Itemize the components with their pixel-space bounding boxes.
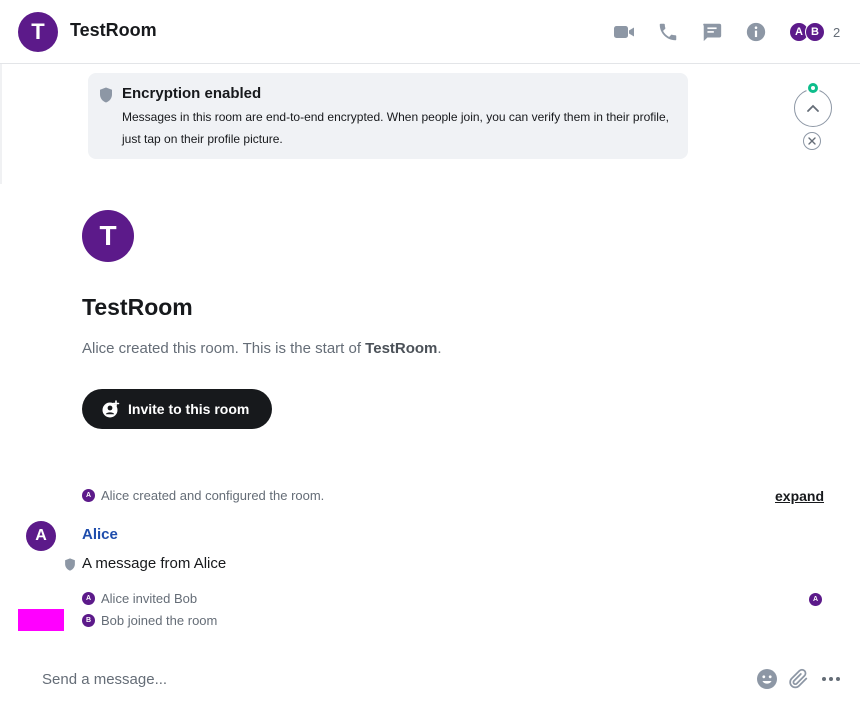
shield-icon <box>64 558 76 576</box>
voice-call-icon[interactable] <box>656 20 680 44</box>
room-intro-title: TestRoom <box>82 294 193 320</box>
encryption-description: Messages in this room are end-to-end enc… <box>122 110 669 146</box>
room-creation-summary: A Alice created and configured the room. <box>82 488 324 503</box>
unread-indicator <box>806 81 820 95</box>
chevron-up-icon <box>807 104 819 112</box>
invite-button[interactable]: Invite to this room <box>82 389 272 429</box>
room-info-icon[interactable] <box>744 20 768 44</box>
message-body: A message from Alice <box>82 555 227 572</box>
highlight-marker <box>18 609 64 631</box>
invite-button-label: Invite to this room <box>128 401 250 417</box>
avatar: A <box>809 593 822 606</box>
event-text: Bob joined the room <box>101 613 218 628</box>
intro-created-prefix: Alice created this room. This is the sta… <box>82 340 366 357</box>
member-facepile[interactable]: A B 2 <box>789 21 840 43</box>
expand-link[interactable]: expand <box>775 488 824 504</box>
room-intro-text: Alice created this room. This is the sta… <box>82 340 442 357</box>
video-call-icon[interactable] <box>612 20 636 44</box>
avatar: A <box>82 592 95 605</box>
room-name[interactable]: TestRoom <box>70 20 157 41</box>
sender-avatar[interactable]: A <box>26 521 56 551</box>
avatar: B <box>82 614 95 627</box>
member-avatar: B <box>805 22 825 42</box>
membership-event: A Alice invited Bob <box>82 591 197 606</box>
shield-icon <box>99 87 113 108</box>
emoji-icon[interactable] <box>755 667 779 691</box>
encryption-title: Encryption enabled <box>122 85 262 102</box>
room-avatar[interactable]: T <box>18 12 58 52</box>
sender-name[interactable]: Alice <box>82 526 118 543</box>
attachment-icon[interactable] <box>787 667 811 691</box>
read-receipt[interactable]: A <box>809 588 822 606</box>
room-header: T TestRoom A B 2 <box>0 0 860 64</box>
message-composer-input[interactable] <box>42 668 722 690</box>
room-intro-avatar[interactable]: T <box>82 210 134 262</box>
summary-text: Alice created and configured the room. <box>101 488 325 503</box>
add-user-icon <box>102 400 120 418</box>
dismiss-unread-button[interactable] <box>803 132 821 150</box>
encryption-notice: Encryption enabled Messages in this room… <box>88 73 688 159</box>
close-icon <box>808 137 816 145</box>
threads-icon[interactable] <box>700 20 724 44</box>
avatar: A <box>82 489 95 502</box>
member-count: 2 <box>833 24 841 40</box>
panel-edge <box>0 64 2 184</box>
intro-room-name: TestRoom <box>365 340 438 357</box>
intro-created-suffix: . <box>437 340 442 357</box>
membership-event: B Bob joined the room <box>82 613 217 628</box>
more-options-icon[interactable] <box>819 667 843 691</box>
event-text: Alice invited Bob <box>101 591 198 606</box>
